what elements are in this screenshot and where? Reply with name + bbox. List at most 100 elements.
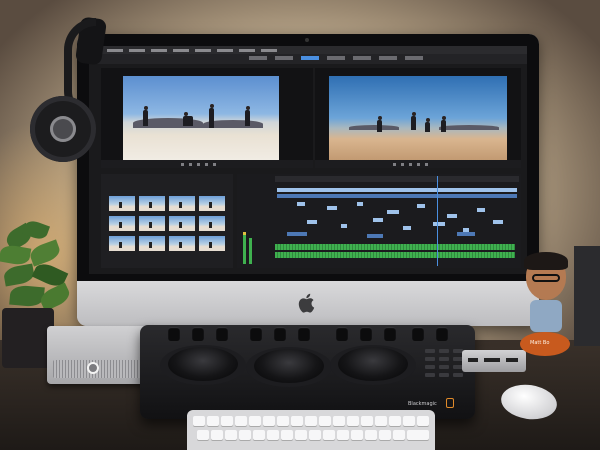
timeline-clip (357, 202, 363, 206)
panel-button (425, 357, 435, 361)
headphones-logo (50, 116, 76, 142)
keyboard-key (375, 416, 387, 426)
panel-knob (216, 327, 228, 341)
timeline-clip (477, 208, 485, 212)
timeline-clip (387, 210, 399, 214)
band-member (411, 112, 416, 130)
keyboard-key (193, 416, 205, 426)
panel-knob (298, 327, 310, 341)
keyboard-key (197, 430, 209, 440)
timeline-clip (493, 220, 503, 224)
figurine-body (530, 300, 562, 332)
timeline-clip (373, 218, 383, 222)
keyboard-key (281, 430, 293, 440)
keyboard-key (235, 416, 247, 426)
band-member (183, 112, 193, 126)
keyboard-key (417, 416, 429, 426)
keyboard-key (221, 416, 233, 426)
timeline-clip (433, 222, 445, 226)
panel-knob (412, 327, 424, 341)
band-member (441, 116, 446, 132)
trackball (254, 349, 324, 383)
timeline-clip (447, 214, 457, 218)
keyboard-key (267, 430, 279, 440)
panel-button (425, 349, 435, 353)
panel-button (425, 365, 435, 369)
keyboard-key (211, 430, 223, 440)
panel-button (439, 357, 449, 361)
panel-button (425, 373, 435, 377)
keyboard-key (207, 416, 219, 426)
timeline-clip (417, 204, 425, 208)
keyboard-key (361, 416, 373, 426)
keyboard-key (291, 416, 303, 426)
keyboard-key (347, 416, 359, 426)
clip-thumbnail (199, 236, 225, 251)
panel-knob (436, 327, 448, 341)
panel-button (439, 349, 449, 353)
panel-knob (192, 327, 204, 341)
program-controls (315, 160, 521, 168)
clip-thumbnail (169, 236, 195, 251)
figurine-glasses (532, 274, 560, 282)
menu-bar (89, 46, 527, 54)
apple-logo-icon (298, 293, 315, 313)
source-monitor (101, 68, 313, 168)
timeline-clip (457, 232, 475, 236)
clip-thumbnail (139, 236, 165, 251)
band-member (209, 104, 214, 128)
timeline-panel (237, 174, 521, 268)
clip-thumbnail (199, 216, 225, 231)
figurine-hair (524, 252, 568, 270)
clip-thumbnail (109, 236, 135, 251)
screen-bezel (77, 34, 539, 281)
keyboard-key (305, 416, 317, 426)
audio-track (275, 244, 515, 250)
panel-knob (250, 327, 262, 341)
audio-meter (249, 238, 252, 264)
keyboard-key (249, 416, 261, 426)
clip-thumbnail (139, 216, 165, 231)
timeline-clip (307, 220, 317, 224)
keyboard-key (225, 430, 237, 440)
timeline-ruler (275, 176, 519, 182)
band-member (245, 106, 250, 126)
keyboard-key (253, 430, 265, 440)
blackmagic-logo-icon (446, 398, 454, 408)
panel-knob (168, 327, 180, 341)
source-controls (101, 160, 313, 168)
keyboard-key (365, 430, 377, 440)
band-member (143, 106, 148, 126)
keyboard-key (323, 430, 335, 440)
keyboard-key (403, 416, 415, 426)
timeline-clip (327, 206, 337, 210)
drive-grill (53, 360, 151, 378)
editing-software-screen (89, 46, 527, 274)
timeline-clip (367, 234, 383, 238)
source-frame (123, 76, 279, 160)
keyboard-key (351, 430, 363, 440)
keyboard-key (239, 430, 251, 440)
camera-icon (305, 38, 309, 42)
panel-button (453, 373, 463, 377)
keyboard-key (277, 416, 289, 426)
clip-thumbnail (109, 196, 135, 211)
band-member (377, 116, 382, 132)
panel-knob (360, 327, 372, 341)
project-panel (101, 174, 233, 268)
speaker (574, 246, 600, 346)
keyboard-key (295, 430, 307, 440)
clip-thumbnail (169, 196, 195, 211)
timeline-clip (297, 202, 305, 206)
panel-brand-label: Blackmagic (408, 401, 437, 407)
audio-track (275, 252, 515, 258)
trackball (168, 347, 238, 381)
panel-knob (274, 327, 286, 341)
keyboard-key (393, 430, 405, 440)
g-drive-logo-icon (87, 362, 99, 374)
keyboard-key (407, 430, 429, 440)
keyboard-key (337, 430, 349, 440)
timeline-clip (287, 232, 307, 236)
keyboard-key (309, 430, 321, 440)
keyboard (187, 410, 435, 450)
